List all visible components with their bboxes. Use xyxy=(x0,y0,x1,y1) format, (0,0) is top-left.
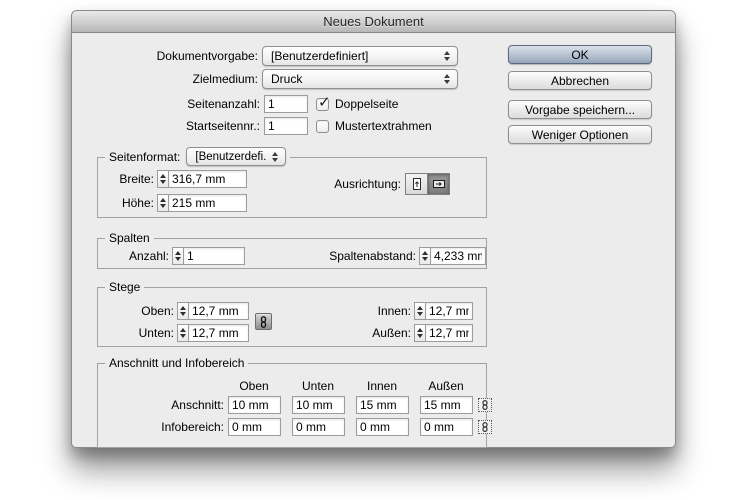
margin-outside-input[interactable] xyxy=(425,324,473,342)
column-number-input[interactable] xyxy=(183,247,245,265)
portrait-orientation-button[interactable] xyxy=(405,173,428,195)
bleed-label: Anschnitt: xyxy=(98,396,224,414)
link-slug-button[interactable] xyxy=(478,420,492,434)
gutter-input[interactable] xyxy=(430,247,486,265)
bleed-slug-title: Anschnitt und Infobereich xyxy=(105,356,248,371)
stepper-up-icon xyxy=(417,328,423,332)
height-input[interactable] xyxy=(168,194,247,212)
page-size-value: [Benutzerdefi... xyxy=(195,151,267,163)
bleed-outside-input[interactable] xyxy=(420,396,473,414)
preset-value: [Benutzerdefiniert] xyxy=(271,49,437,63)
width-label: Breite: xyxy=(98,170,154,188)
bleed-top-input[interactable] xyxy=(228,396,281,414)
stepper-up-icon xyxy=(422,251,428,255)
stepper-down-icon xyxy=(160,180,166,184)
stepper-up-icon xyxy=(160,174,166,178)
stepper-down-icon xyxy=(417,312,423,316)
slug-bottom-input[interactable] xyxy=(292,418,345,436)
stepper-down-icon xyxy=(160,204,166,208)
landscape-orientation-button[interactable] xyxy=(427,173,450,195)
checkbox-unchecked-icon xyxy=(316,120,329,133)
bleed-bottom-input[interactable] xyxy=(292,396,345,414)
slug-top-input[interactable] xyxy=(228,418,281,436)
stepper-up-icon xyxy=(180,306,186,310)
cancel-button[interactable]: Abbrechen xyxy=(508,71,652,90)
new-document-dialog: Neues Dokument Dokumentvorgabe: [Benutze… xyxy=(71,10,676,448)
titlebar[interactable]: Neues Dokument xyxy=(72,11,675,33)
columns-group: Spalten Anzahl: Spaltenabstand: xyxy=(97,238,487,269)
start-page-input[interactable] xyxy=(264,117,308,135)
margin-bottom-label: Unten: xyxy=(98,324,174,342)
margin-top-input[interactable] xyxy=(188,302,249,320)
col-header-bottom: Unten xyxy=(291,379,345,393)
stepper-down-icon xyxy=(180,334,186,338)
facing-pages-checkbox[interactable]: ✓ Doppelseite xyxy=(316,96,398,112)
slug-outside-input[interactable] xyxy=(420,418,473,436)
popup-arrows-icon xyxy=(444,74,450,84)
columns-title: Spalten xyxy=(105,231,154,246)
chain-link-icon xyxy=(481,422,489,432)
margin-top-label: Oben: xyxy=(98,302,174,320)
gutter-label: Spaltenabstand: xyxy=(248,247,416,265)
intent-value: Druck xyxy=(271,72,437,86)
dialog-content: Dokumentvorgabe: [Benutzerdefiniert] Zie… xyxy=(72,33,675,447)
intent-popup[interactable]: Druck xyxy=(262,69,458,89)
facing-pages-label: Doppelseite xyxy=(335,97,398,111)
slug-inside-input[interactable] xyxy=(356,418,409,436)
orientation-label: Ausrichtung: xyxy=(298,175,401,193)
pages-input[interactable] xyxy=(264,95,308,113)
link-bleed-button[interactable] xyxy=(478,398,492,412)
page-size-popup[interactable]: [Benutzerdefi... xyxy=(186,147,286,166)
portrait-page-icon xyxy=(410,177,424,191)
col-header-top: Oben xyxy=(227,379,281,393)
stepper-down-icon xyxy=(417,334,423,338)
stepper-up-icon xyxy=(180,328,186,332)
col-header-inside: Innen xyxy=(355,379,409,393)
fewer-options-button[interactable]: Weniger Optionen xyxy=(508,125,652,144)
save-preset-button[interactable]: Vorgabe speichern... xyxy=(508,100,652,119)
popup-arrows-icon xyxy=(272,152,278,162)
stepper-down-icon xyxy=(175,257,181,261)
chain-link-icon xyxy=(259,316,268,328)
margin-outside-label: Außen: xyxy=(318,324,411,342)
page-format-title: Seitenformat: xyxy=(109,150,180,164)
width-input[interactable] xyxy=(168,170,247,188)
margins-group: Stege Oben: Unten: Innen: Außen: xyxy=(97,287,487,347)
column-number-label: Anzahl: xyxy=(98,247,169,265)
chain-link-icon xyxy=(481,400,489,410)
margins-title: Stege xyxy=(105,280,144,295)
height-label: Höhe: xyxy=(98,194,154,212)
dialog-title: Neues Dokument xyxy=(323,14,423,29)
bleed-slug-group: Anschnitt und Infobereich Oben Unten Inn… xyxy=(97,363,487,448)
stepper-up-icon xyxy=(417,306,423,310)
stepper-down-icon xyxy=(180,312,186,316)
margin-bottom-input[interactable] xyxy=(188,324,249,342)
stepper-down-icon xyxy=(422,257,428,261)
margin-inside-input[interactable] xyxy=(425,302,473,320)
popup-arrows-icon xyxy=(444,51,450,61)
preset-label: Dokumentvorgabe: xyxy=(82,47,258,65)
checkbox-checked-icon: ✓ xyxy=(316,98,329,111)
intent-label: Zielmedium: xyxy=(82,70,258,88)
document-preset-popup[interactable]: [Benutzerdefiniert] xyxy=(262,46,458,66)
ok-button[interactable]: OK xyxy=(508,45,652,64)
stepper-up-icon xyxy=(160,198,166,202)
slug-label: Infobereich: xyxy=(98,418,224,436)
master-text-frame-label: Mustertextrahmen xyxy=(335,119,432,133)
pages-label: Seitenanzahl: xyxy=(82,95,260,113)
margin-inside-label: Innen: xyxy=(318,302,411,320)
page-format-group: Seitenformat: [Benutzerdefi... Breite: H… xyxy=(97,157,487,218)
landscape-page-icon xyxy=(432,177,446,191)
bleed-inside-input[interactable] xyxy=(356,396,409,414)
master-text-frame-checkbox[interactable]: Mustertextrahmen xyxy=(316,118,432,134)
col-header-outside: Außen xyxy=(419,379,473,393)
stepper-up-icon xyxy=(175,251,181,255)
link-margins-button[interactable] xyxy=(255,313,272,330)
start-page-label: Startseitennr.: xyxy=(82,117,260,135)
